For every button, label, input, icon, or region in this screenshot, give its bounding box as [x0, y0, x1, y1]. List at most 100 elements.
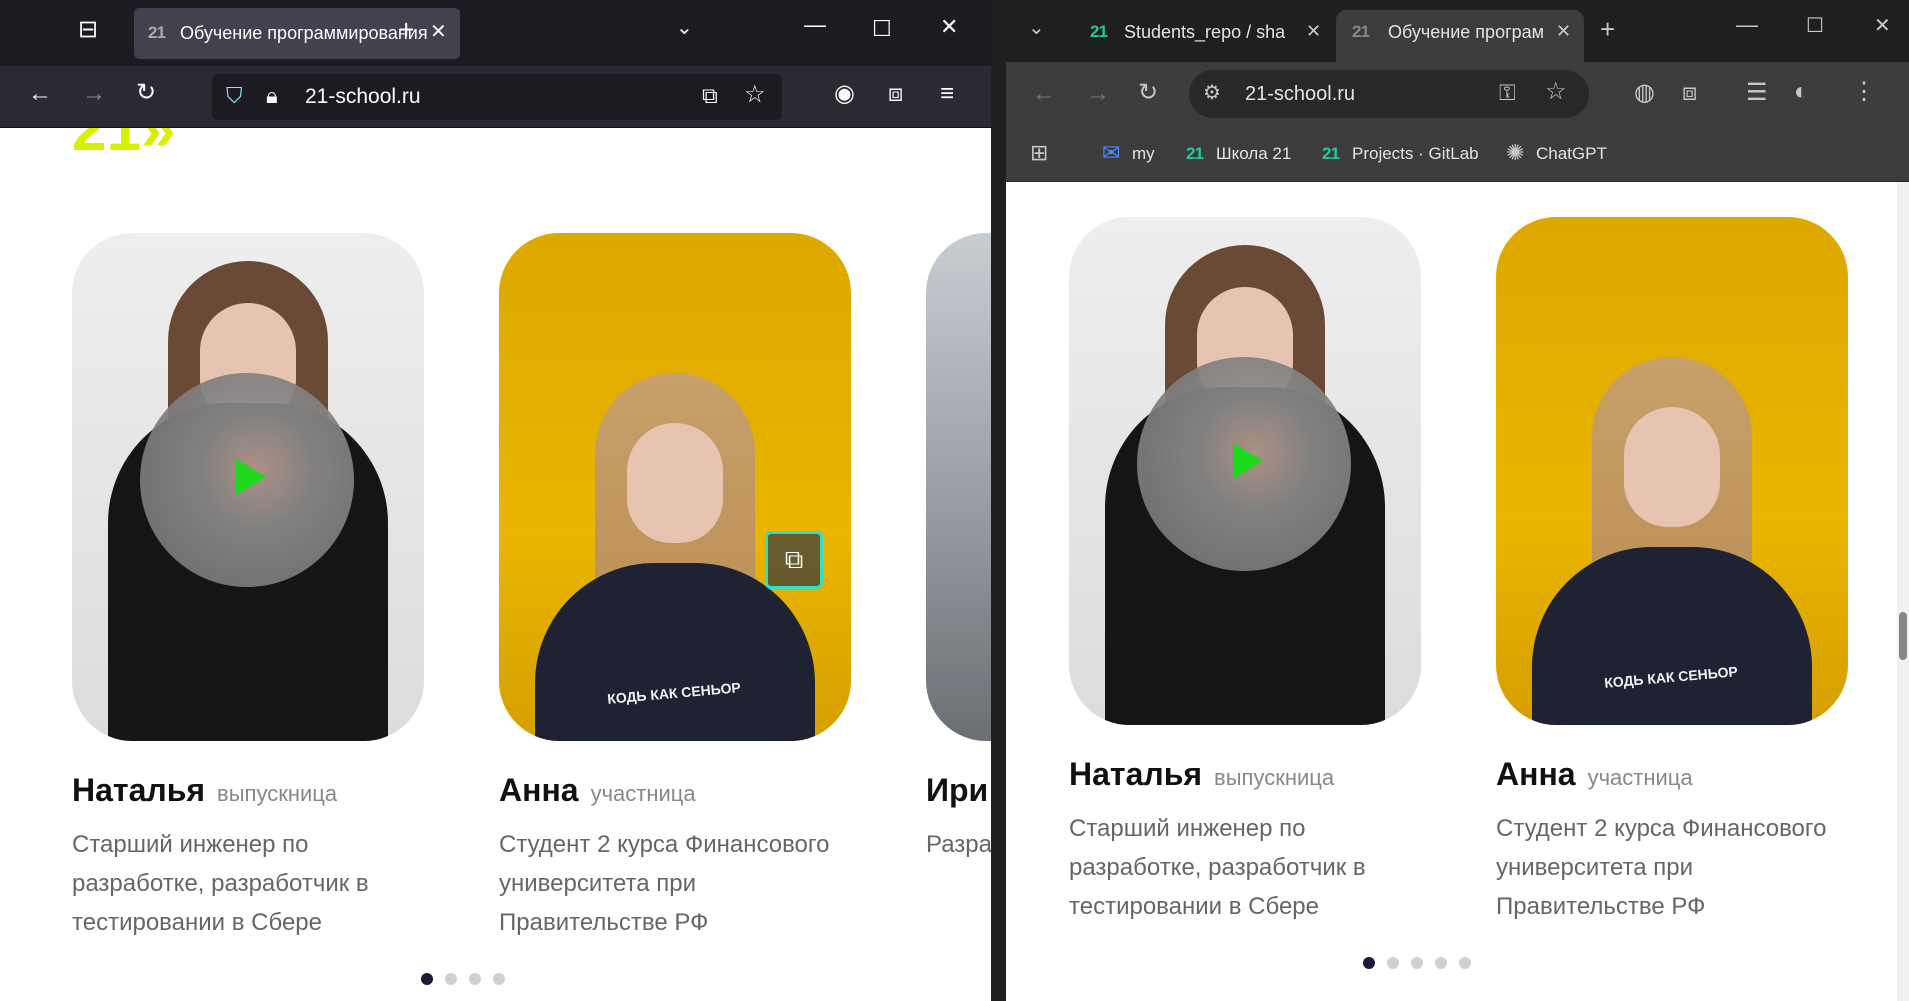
key-icon[interactable]: ⚿: [1499, 82, 1516, 104]
reading-list-icon[interactable]: ☰: [1746, 81, 1768, 105]
url-text[interactable]: 21-school.ru: [1245, 70, 1355, 118]
chatgpt-icon: ✺: [1506, 140, 1525, 165]
chrome-tab[interactable]: 21 Students_repo / sha ✕: [1072, 10, 1334, 62]
pagination-dot[interactable]: [493, 973, 505, 985]
person-name: Ири: [926, 772, 988, 809]
person-name-text: Анна: [1496, 756, 1576, 792]
school21-favicon: 21: [1186, 144, 1204, 163]
school21-favicon: 21: [1090, 22, 1108, 41]
shield-icon[interactable]: ⛉: [226, 85, 243, 107]
minimize-icon[interactable]: —: [804, 14, 826, 36]
maximize-icon[interactable]: ☐: [1806, 16, 1824, 36]
close-window-icon[interactable]: ✕: [940, 16, 958, 38]
bookmark-item[interactable]: 21 Школа 21: [1186, 126, 1291, 182]
site-info-icon[interactable]: ⚙: [1203, 83, 1221, 103]
star-icon[interactable]: ☆: [744, 83, 766, 107]
testimonial-card[interactable]: Наталья выпускница Старший инженер по раз…: [1069, 217, 1421, 920]
pagination-dot[interactable]: [1435, 957, 1447, 969]
new-tab-icon[interactable]: +: [398, 16, 414, 44]
play-icon: [1233, 443, 1263, 479]
person-name-text: Анна: [499, 772, 579, 808]
avatar[interactable]: ◐: [1794, 80, 1809, 104]
bookmark-item[interactable]: 21 Projects · GitLab: [1322, 126, 1479, 182]
bookmark-label: Школа 21: [1216, 144, 1292, 163]
new-tab-icon[interactable]: +: [1600, 16, 1615, 42]
chrome-active-tab[interactable]: 21 Обучение програм ✕: [1336, 10, 1584, 62]
lock-icon[interactable]: 🔒︎: [266, 85, 278, 107]
scrollbar[interactable]: [1897, 182, 1909, 1001]
back-icon[interactable]: ←: [1032, 82, 1056, 106]
video-thumbnail[interactable]: [1069, 217, 1421, 725]
person-name-text: Наталья: [72, 772, 206, 808]
video-thumbnail[interactable]: КОДЬ КАК СЕНЬОР: [1496, 217, 1848, 725]
globe-icon[interactable]: ◍: [1634, 81, 1655, 105]
forward-icon[interactable]: →: [1086, 82, 1110, 106]
pagination-dot[interactable]: [1363, 957, 1375, 969]
pagination-dot[interactable]: [469, 973, 481, 985]
picture-in-picture-icon[interactable]: ⧉: [765, 531, 823, 589]
reload-icon[interactable]: ↻: [136, 81, 156, 105]
firefox-tab-bar: ⊟ 21 Обучение программирования ✕ + ⌄ — ☐…: [0, 0, 991, 66]
pip-icon[interactable]: ⧉: [702, 85, 718, 107]
chrome-window: ⌄ 21 Students_repo / sha ✕ 21 Обучение п…: [1006, 0, 1909, 1001]
bookmark-item[interactable]: ✺ ChatGPT: [1506, 126, 1607, 182]
extensions-icon[interactable]: ⧈: [888, 82, 903, 106]
back-icon[interactable]: ←: [28, 82, 52, 106]
testimonial-card[interactable]: Ири Разра «Аква: [926, 233, 991, 858]
pagination-dot[interactable]: [445, 973, 457, 985]
apps-grid-icon[interactable]: ⊞: [1030, 142, 1048, 164]
tab-overview-icon[interactable]: ⊟: [78, 18, 98, 42]
video-thumbnail[interactable]: [72, 233, 424, 741]
maximize-icon[interactable]: ☐: [872, 18, 892, 40]
pagination-dot[interactable]: [1459, 957, 1471, 969]
menu-icon[interactable]: ≡: [940, 82, 954, 106]
video-player[interactable]: КОДЬ КАК СЕНЬОР ⧉: [499, 233, 851, 741]
close-tab-icon[interactable]: ✕: [430, 22, 447, 42]
person-role: участница: [590, 781, 696, 806]
school21-favicon: 21: [1352, 22, 1370, 41]
testimonial-card[interactable]: Наталья выпускница Старший инженер по раз…: [72, 233, 424, 936]
portrait-body: [1532, 547, 1812, 725]
page-content: 21» Наталья выпускница Старший инженер по…: [0, 128, 991, 1001]
carousel-pagination: [1363, 957, 1471, 969]
play-button[interactable]: [1137, 357, 1351, 571]
play-button[interactable]: [140, 373, 354, 587]
scrollbar-thumb[interactable]: [1899, 612, 1907, 660]
bookmark-label: ChatGPT: [1536, 144, 1607, 163]
more-menu-icon[interactable]: ⋮: [1852, 80, 1876, 104]
mail-icon: ✉: [1102, 140, 1121, 165]
url-text[interactable]: 21-school.ru: [305, 74, 421, 120]
pagination-dot[interactable]: [1387, 957, 1399, 969]
person-role: участница: [1587, 765, 1693, 790]
portrait-face: [1624, 407, 1720, 527]
person-role: выпускница: [1214, 765, 1335, 790]
tab-search-icon[interactable]: ⌄: [1028, 18, 1045, 38]
minimize-icon[interactable]: —: [1736, 14, 1758, 36]
chevron-down-icon[interactable]: ⌄: [676, 18, 693, 38]
star-icon[interactable]: ☆: [1545, 80, 1567, 104]
pagination-dot[interactable]: [421, 973, 433, 985]
close-tab-icon[interactable]: ✕: [1306, 22, 1321, 40]
page-content: Наталья выпускница Старший инженер по раз…: [1006, 183, 1909, 1001]
testimonial-card[interactable]: КОДЬ КАК СЕНЬОР Анна участница Студент 2 …: [1496, 217, 1848, 920]
bookmark-item[interactable]: ✉ my: [1102, 126, 1155, 182]
close-window-icon[interactable]: ✕: [1874, 16, 1891, 36]
reload-icon[interactable]: ↻: [1138, 81, 1158, 105]
chrome-tab-bar: ⌄ 21 Students_repo / sha ✕ 21 Обучение п…: [1006, 0, 1909, 62]
close-tab-icon[interactable]: ✕: [1556, 22, 1571, 40]
testimonial-card[interactable]: КОДЬ КАК СЕНЬОР ⧉ Анна участница Студент …: [499, 233, 851, 936]
extensions-icon[interactable]: ⧈: [1682, 81, 1697, 105]
portrait-body: [535, 563, 815, 741]
url-bar[interactable]: ⚙ 21-school.ru ⚿ ☆: [1189, 70, 1589, 118]
url-bar[interactable]: ⛉ 🔒︎ 21-school.ru ⧉ ☆: [212, 74, 782, 120]
forward-icon[interactable]: →: [82, 82, 106, 106]
pagination-dot[interactable]: [1411, 957, 1423, 969]
person-description: Старший инженер по разработке, разработч…: [1069, 815, 1366, 920]
bookmark-label: my: [1132, 144, 1155, 163]
chrome-toolbar: ← → ↻ ⚙ 21-school.ru ⚿ ☆ ◍ ⧈ ☰ ◐ ⋮: [1006, 62, 1909, 126]
video-thumbnail[interactable]: [926, 233, 991, 741]
account-icon[interactable]: ◉: [834, 82, 855, 106]
person-name: Наталья выпускница: [72, 772, 337, 809]
person-description: Студент 2 курса Финансового университета…: [1496, 815, 1827, 920]
person-name: Наталья выпускница: [1069, 756, 1334, 793]
